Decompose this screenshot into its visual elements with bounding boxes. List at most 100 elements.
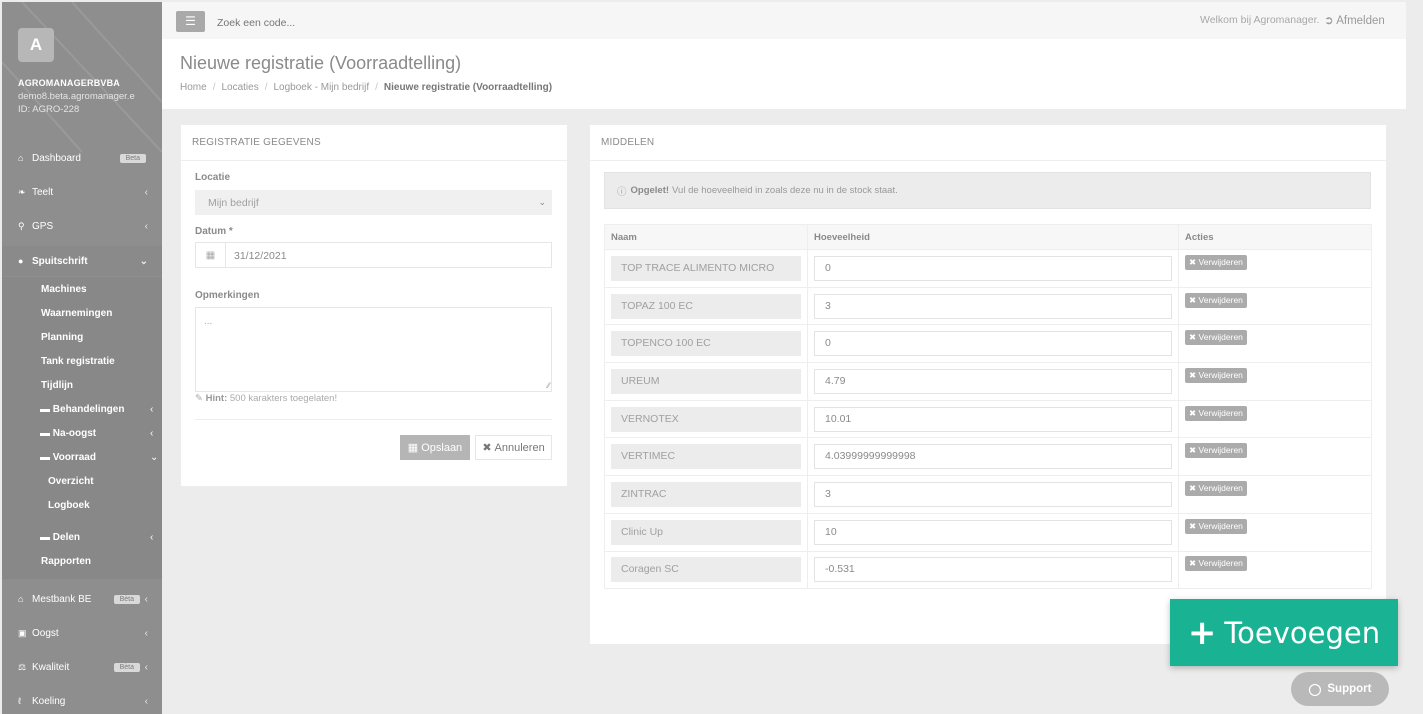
submenu-overzicht[interactable]: Overzicht — [48, 476, 94, 487]
quantity-input[interactable]: 4.03999999999998 — [814, 444, 1172, 470]
support-button[interactable]: ◯ Support — [1291, 672, 1389, 706]
delete-label: Verwijderen — [1198, 407, 1243, 418]
close-icon: ✖ — [1189, 369, 1197, 380]
sidebar-item-label: Mestbank BE — [32, 593, 92, 605]
submenu-logboek[interactable]: Logboek — [48, 500, 90, 511]
quantity-input[interactable]: -0.531 — [814, 557, 1172, 583]
delete-button[interactable]: ✖ Verwijderen — [1185, 330, 1247, 346]
home-icon: ⌂ — [18, 153, 24, 163]
sidebar-item-spuitschrift[interactable]: ● Spuitschrift ⌄ — [2, 246, 162, 276]
sidebar-item-mestbank[interactable]: ⌂ Mestbank BE Bèta ‹ — [2, 584, 162, 614]
menu-toggle-button[interactable]: ☰ — [176, 11, 205, 32]
delete-button[interactable]: ✖ Verwijderen — [1185, 405, 1247, 421]
sidebar-item-koeling[interactable]: ℓ Koeling ‹ — [2, 686, 162, 714]
breadcrumb-locaties[interactable]: Locaties — [221, 82, 258, 93]
datum-field[interactable]: ▦ 31/12/2021 — [195, 242, 552, 268]
hint-label: Hint: — [205, 393, 228, 404]
close-icon: ✖ — [1189, 294, 1197, 305]
add-button[interactable]: + Toevoegen — [1170, 599, 1398, 666]
topbar: ☰ Welkom bij Agromanager. ➲ Afmelden — [162, 2, 1406, 39]
sidebar-item-label: Koeling — [32, 695, 66, 707]
close-icon: ✖ — [1189, 407, 1197, 418]
sidebar-item-label: Dashboard — [32, 152, 81, 164]
panel-title: REGISTRATIE GEGEVENS — [192, 137, 321, 148]
delete-label: Verwijderen — [1198, 520, 1243, 531]
logout-label: Afmelden — [1336, 15, 1385, 27]
table-row: UREUM 4.79 ✖ Verwijderen — [604, 362, 1372, 401]
sidebar-item-dashboard[interactable]: ⌂ Dashboard Beta — [2, 143, 162, 173]
submenu-machines[interactable]: Machines — [41, 284, 87, 295]
qty-cell: 3 — [807, 286, 1179, 326]
submenu-behandelingen[interactable]: ▬ Behandelingen ‹ — [40, 404, 153, 415]
table-row: TOPENCO 100 EC 0 ✖ Verwijderen — [604, 324, 1372, 364]
qty-cell: 4.03999999999998 — [807, 437, 1179, 477]
sidebar-item-gps[interactable]: ⚲ GPS ‹ — [2, 211, 162, 241]
actions-cell: ✖ Verwijderen — [1178, 324, 1372, 364]
close-icon: ✖ — [1189, 445, 1197, 456]
breadcrumb-separator: / — [264, 82, 268, 93]
submenu-tijdlijn[interactable]: Tijdlijn — [41, 380, 73, 391]
column-header-hoeveelheid: Hoeveelheid — [807, 224, 1179, 250]
name-cell: ZINTRAC — [604, 475, 808, 514]
sidebar-item-teelt[interactable]: ❧ Teelt ‹ — [2, 177, 162, 207]
breadcrumb-separator: / — [212, 82, 216, 93]
locatie-select[interactable]: Mijn bedrijf ⌄ — [195, 190, 552, 215]
submenu-tank-registratie[interactable]: Tank registratie — [41, 356, 115, 367]
delete-button[interactable]: ✖ Verwijderen — [1185, 518, 1247, 534]
qty-cell: 10 — [807, 512, 1179, 552]
quantity-input[interactable]: 3 — [814, 293, 1172, 319]
breadcrumb-home[interactable]: Home — [180, 82, 207, 93]
alert-text: Vul de hoeveelheid in zoals deze nu in d… — [672, 185, 898, 196]
cancel-button[interactable]: ✖ Annuleren — [475, 435, 552, 460]
company-email: demo8.beta.agromanager.e — [18, 91, 135, 102]
delete-button[interactable]: ✖ Verwijderen — [1185, 292, 1247, 308]
basket-icon: ▣ — [18, 627, 27, 638]
name-cell: UREUM — [604, 362, 808, 401]
column-header-naam: Naam — [604, 224, 808, 250]
delete-button[interactable]: ✖ Verwijderen — [1185, 443, 1247, 459]
quantity-input[interactable]: 4.79 — [814, 368, 1172, 394]
chevron-down-icon: ⌄ — [150, 452, 159, 463]
sidebar-item-kwaliteit[interactable]: ⚖ Kwaliteit Bèta ‹ — [2, 652, 162, 682]
balance-icon: ⚖ — [18, 661, 27, 672]
delete-button[interactable]: ✖ Verwijderen — [1185, 556, 1247, 572]
delete-button[interactable]: ✖ Verwijderen — [1185, 254, 1247, 270]
chevron-left-icon: ‹ — [144, 695, 148, 707]
name-cell: VERNOTEX — [604, 399, 808, 439]
submenu-voorraad[interactable]: ▬ Voorraad ⌄ — [40, 452, 158, 463]
chevron-down-icon: ⌄ — [139, 255, 148, 267]
alert-strong: Opgelet! — [630, 185, 670, 196]
submenu-planning[interactable]: Planning — [41, 332, 83, 343]
submenu-delen[interactable]: ▬ Delen ‹ — [40, 532, 153, 543]
save-button[interactable]: ▦ Opslaan — [400, 435, 470, 460]
quantity-input[interactable]: 0 — [814, 331, 1172, 357]
datum-label: Datum * — [195, 226, 233, 237]
submenu-na-oogst[interactable]: ▬ Na-oogst ‹ — [40, 428, 153, 439]
quantity-input[interactable]: 0 — [814, 255, 1172, 281]
breadcrumb-logboek[interactable]: Logboek - Mijn bedrijf — [274, 82, 370, 93]
sidebar-item-label: Spuitschrift — [32, 255, 88, 267]
table-header-row: Naam Hoeveelheid Acties — [604, 224, 1372, 250]
submenu-rapporten[interactable]: Rapporten — [41, 556, 91, 567]
opmerkingen-textarea[interactable]: ... ∕∕ — [195, 307, 552, 392]
table-row: Coragen SC -0.531 ✖ Verwijderen — [604, 550, 1372, 590]
delete-button[interactable]: ✖ Verwijderen — [1185, 480, 1247, 496]
submenu-waarnemingen[interactable]: Waarnemingen — [41, 308, 112, 319]
qty-cell: 0 — [807, 249, 1179, 288]
product-name: UREUM — [611, 368, 801, 394]
name-cell: TOP TRACE ALIMENTO MICRO — [604, 249, 808, 288]
opmerkingen-label: Opmerkingen — [195, 290, 260, 301]
delete-label: Verwijderen — [1198, 294, 1243, 305]
sidebar-item-oogst[interactable]: ▣ Oogst ‹ — [2, 618, 162, 648]
search-input[interactable] — [217, 17, 517, 29]
close-icon: ✖ — [1189, 558, 1197, 569]
delete-label: Verwijderen — [1198, 482, 1243, 493]
cancel-label: Annuleren — [494, 441, 545, 454]
quantity-input[interactable]: 3 — [814, 481, 1172, 507]
quantity-input[interactable]: 10.01 — [814, 406, 1172, 432]
chevron-left-icon: ‹ — [150, 532, 154, 543]
resize-handle-icon[interactable]: ∕∕ — [547, 381, 550, 390]
delete-button[interactable]: ✖ Verwijderen — [1185, 367, 1247, 383]
logout-link[interactable]: ➲ Afmelden — [1324, 13, 1385, 27]
quantity-input[interactable]: 10 — [814, 519, 1172, 545]
